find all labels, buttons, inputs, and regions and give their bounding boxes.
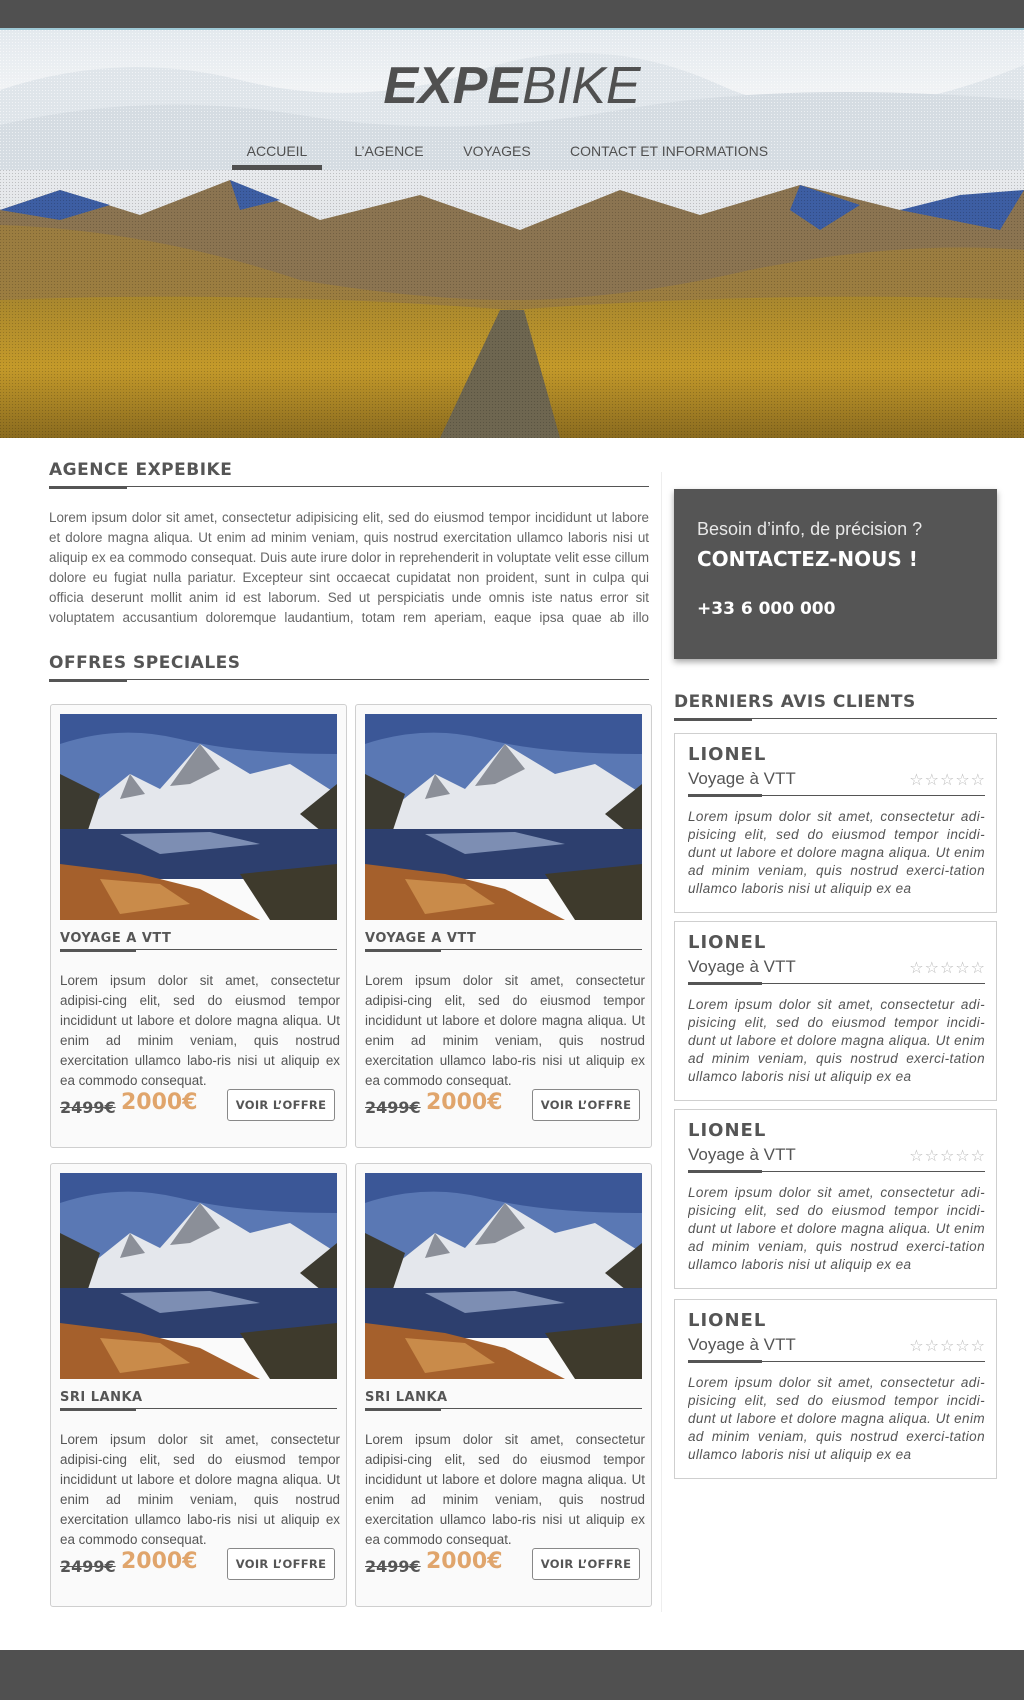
offer-title-text: SRI LANKA: [365, 1390, 448, 1405]
old-price: 2499€: [365, 1557, 421, 1576]
star-rating-icon: ☆☆☆☆☆: [909, 958, 986, 977]
review-card: LIONEL Voyage à VTT ☆☆☆☆☆ Lorem ipsum do…: [674, 1109, 997, 1289]
site-header: EXPEBIKE ACCUEIL L’AGENCE VOYAGES CONTAC…: [0, 30, 1024, 170]
offer-card: VOYAGE A VTT Lorem ipsum dolor sit amet,…: [50, 704, 347, 1148]
view-offer-button[interactable]: VOIR L’OFFRE: [532, 1548, 640, 1580]
reviewer-name: LIONEL: [688, 1310, 767, 1331]
new-price: 2000€: [121, 1090, 198, 1115]
star-rating-icon: ☆☆☆☆☆: [909, 770, 986, 789]
logo-text-bold: EXPE: [383, 57, 523, 115]
offer-description: Lorem ipsum dolor sit amet, consectetur …: [365, 1432, 645, 1547]
review-card: LIONEL Voyage à VTT ☆☆☆☆☆ Lorem ipsum do…: [674, 921, 997, 1101]
offers-title-text: OFFRES SPECIALES: [49, 653, 241, 673]
review-text: Lorem ipsum dolor sit amet, consectetur …: [688, 997, 985, 1084]
nav-item-accueil[interactable]: ACCUEIL: [232, 140, 322, 170]
reviewer-name: LIONEL: [688, 744, 767, 765]
nav-label: VOYAGES: [463, 143, 531, 159]
offers-section: OFFRES SPECIALES: [49, 653, 649, 682]
old-price: 2499€: [365, 1098, 421, 1117]
title-accent-bar: [365, 949, 441, 952]
lake-mountain-image: [60, 1173, 337, 1379]
offer-title: VOYAGE A VTT: [365, 931, 642, 952]
nav-item-agence[interactable]: L’AGENCE: [352, 140, 426, 170]
agency-title: AGENCE EXPEBIKE: [49, 460, 649, 489]
offer-card: SRI LANKA Lorem ipsum dolor sit amet, co…: [50, 1163, 347, 1607]
lake-mountain-image: [365, 1173, 642, 1379]
reviews-title: DERNIERS AVIS CLIENTS: [674, 692, 997, 721]
title-accent-bar: [60, 1408, 136, 1411]
old-price: 2499€: [60, 1098, 116, 1117]
lake-mountain-image: [60, 714, 337, 920]
review-trip: Voyage à VTT: [688, 769, 796, 788]
column-divider: [661, 472, 662, 1612]
offers-title: OFFRES SPECIALES: [49, 653, 649, 682]
reviewer-name: LIONEL: [688, 1120, 767, 1141]
reviews-section-title: DERNIERS AVIS CLIENTS: [674, 692, 997, 721]
view-offer-button[interactable]: VOIR L’OFFRE: [227, 1089, 335, 1121]
review-rule-accent: [688, 1170, 762, 1173]
site-logo[interactable]: EXPEBIKE: [0, 56, 1024, 116]
contact-box[interactable]: Besoin d’info, de précision ? CONTACTEZ-…: [674, 489, 997, 659]
offer-card: SRI LANKA Lorem ipsum dolor sit amet, co…: [355, 1163, 652, 1607]
title-accent-bar: [674, 718, 752, 721]
review-trip: Voyage à VTT: [688, 1145, 796, 1164]
star-rating-icon: ☆☆☆☆☆: [909, 1146, 986, 1165]
main-nav: ACCUEIL L’AGENCE VOYAGES CONTACT ET INFO…: [0, 140, 1024, 170]
review-text: Lorem ipsum dolor sit amet, consectetur …: [688, 1375, 985, 1462]
offer-title-text: SRI LANKA: [60, 1390, 143, 1405]
site-footer: [0, 1650, 1024, 1700]
offer-title-text: VOYAGE A VTT: [365, 931, 477, 946]
lake-mountain-image: [365, 714, 642, 920]
contact-phone[interactable]: +33 6 000 000: [697, 599, 835, 619]
old-price: 2499€: [60, 1557, 116, 1576]
review-trip: Voyage à VTT: [688, 1335, 796, 1354]
review-rule-accent: [688, 794, 762, 797]
nav-label: ACCUEIL: [246, 143, 308, 159]
hero-landscape-image: [0, 170, 1024, 438]
new-price: 2000€: [121, 1549, 198, 1574]
offer-photo[interactable]: [365, 1173, 642, 1379]
agency-title-text: AGENCE EXPEBIKE: [49, 460, 233, 480]
offer-title: SRI LANKA: [60, 1390, 337, 1411]
view-offer-button[interactable]: VOIR L’OFFRE: [532, 1089, 640, 1121]
review-rule-accent: [688, 1360, 762, 1363]
view-offer-button[interactable]: VOIR L’OFFRE: [227, 1548, 335, 1580]
offer-title: SRI LANKA: [365, 1390, 642, 1411]
review-text: Lorem ipsum dolor sit amet, consectetur …: [688, 1185, 985, 1272]
review-card: LIONEL Voyage à VTT ☆☆☆☆☆ Lorem ipsum do…: [674, 1299, 997, 1479]
title-accent-bar: [60, 949, 136, 952]
offer-description: Lorem ipsum dolor sit amet, consectetur …: [60, 973, 340, 1088]
star-rating-icon: ☆☆☆☆☆: [909, 1336, 986, 1355]
title-accent-bar: [49, 486, 127, 489]
contact-question: Besoin d’info, de précision ?: [697, 519, 923, 539]
reviews-title-text: DERNIERS AVIS CLIENTS: [674, 692, 916, 712]
reviewer-name: LIONEL: [688, 932, 767, 953]
offer-description: Lorem ipsum dolor sit amet, consectetur …: [60, 1432, 340, 1547]
top-bar: [0, 0, 1024, 30]
offer-description: Lorem ipsum dolor sit amet, consectetur …: [365, 973, 645, 1088]
review-rule-accent: [688, 982, 762, 985]
new-price: 2000€: [426, 1549, 503, 1574]
nav-item-contact[interactable]: CONTACT ET INFORMATIONS: [568, 140, 770, 170]
nav-label: CONTACT ET INFORMATIONS: [569, 143, 769, 159]
title-accent-bar: [49, 679, 127, 682]
agency-intro-text: Lorem ipsum dolor sit amet, consectetur …: [49, 510, 649, 625]
offer-title-text: VOYAGE A VTT: [60, 931, 172, 946]
offer-photo[interactable]: [60, 714, 337, 920]
title-accent-bar: [365, 1408, 441, 1411]
hero-banner: [0, 170, 1024, 438]
nav-item-voyages[interactable]: VOYAGES: [458, 140, 536, 170]
review-text: Lorem ipsum dolor sit amet, consectetur …: [688, 809, 985, 896]
review-trip: Voyage à VTT: [688, 957, 796, 976]
offer-title: VOYAGE A VTT: [60, 931, 337, 952]
new-price: 2000€: [426, 1090, 503, 1115]
offer-card: VOYAGE A VTT Lorem ipsum dolor sit amet,…: [355, 704, 652, 1148]
nav-label: L’AGENCE: [354, 143, 424, 159]
contact-cta[interactable]: CONTACTEZ-NOUS !: [697, 547, 918, 571]
review-card: LIONEL Voyage à VTT ☆☆☆☆☆ Lorem ipsum do…: [674, 733, 997, 913]
agency-section: AGENCE EXPEBIKE: [49, 460, 649, 489]
offer-photo[interactable]: [60, 1173, 337, 1379]
logo-text-light: BIKE: [522, 57, 641, 115]
offer-photo[interactable]: [365, 714, 642, 920]
